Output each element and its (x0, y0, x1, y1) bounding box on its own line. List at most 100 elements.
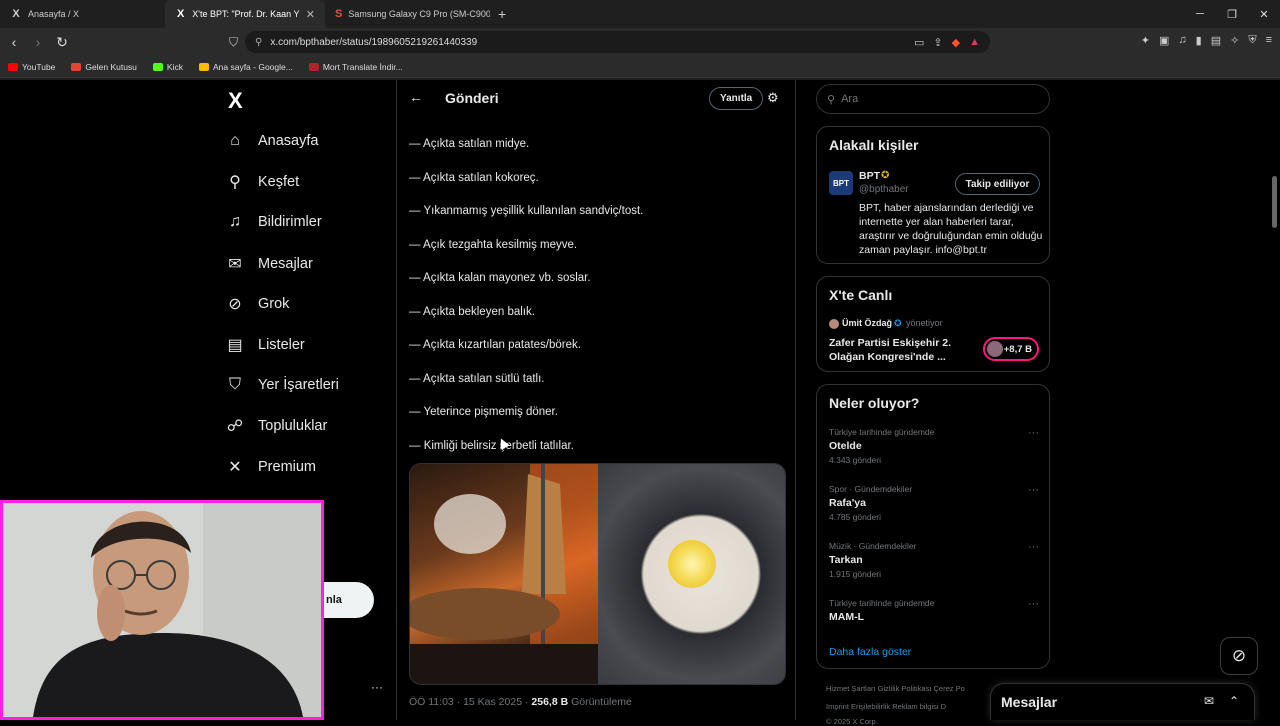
bookmark-kick[interactable]: Kick (152, 62, 183, 72)
reply-button[interactable]: Yanıtla (709, 87, 764, 110)
sliders-icon[interactable]: ⚙ (767, 90, 779, 106)
show-more-link[interactable]: Daha fazla göster (829, 646, 911, 658)
more-options-icon[interactable]: ··· (1028, 427, 1039, 439)
sidebar-icon[interactable]: ▮ (1196, 34, 1202, 47)
footer-line[interactable]: Hizmet Şartları Gizlilik Politikası Çere… (826, 684, 965, 693)
search-input[interactable]: ⚲ Ara (816, 84, 1050, 114)
trend-item[interactable]: Spor · Gündemdekiler Rafa'ya 4.785 gönde… (829, 484, 1039, 522)
brave-shield-icon[interactable]: ◆ (952, 36, 960, 49)
nav-item-bookmarks[interactable]: ⛉ Yer İşaretleri (226, 376, 339, 394)
bookmark-youtube[interactable]: YouTube (8, 62, 55, 72)
post-line: — Açık tezgahta kesilmiş meyve. (409, 239, 578, 251)
verified-badge-icon: ✪ (894, 318, 902, 328)
post-media[interactable] (409, 463, 786, 685)
forward-icon[interactable]: › (28, 34, 48, 50)
post-line: — Açıkta satılan kokoreç. (409, 172, 539, 184)
post-line: — Yıkanmamış yeşillik kullanılan sandviç… (409, 205, 644, 217)
more-options-icon[interactable]: ··· (1028, 598, 1039, 610)
nav-item-explore[interactable]: ⚲ Keşfet (226, 172, 299, 192)
wallet-icon[interactable]: ▤ (1211, 34, 1221, 47)
live-host[interactable]: Ümit Özdağ (842, 318, 892, 328)
list-icon: ▤ (227, 337, 243, 354)
grok-floating-button[interactable]: ⊘ (1220, 637, 1258, 675)
tab-post[interactable]: X X'te BPT: "Prof. Dr. Kaan Yılancıo ✕ (165, 0, 325, 28)
post-timestamp[interactable]: ÖÖ 11:03 · 15 Kas 2025 · (409, 696, 531, 708)
cast-icon[interactable]: ▭ (914, 36, 924, 49)
related-people-panel: Alakalı kişiler BPT BPT ✪ @bpthaber Taki… (816, 126, 1050, 264)
screenshot-icon[interactable]: ▣ (1159, 34, 1169, 47)
site-info-icon[interactable]: ⚲ (255, 37, 262, 48)
url-actions: ▭ ⇪ ◆ ▲ (914, 31, 980, 53)
leo-ai-icon[interactable]: ✧ (1230, 34, 1239, 47)
grok-icon: ⊘ (1231, 646, 1247, 665)
nav-item-lists[interactable]: ▤ Listeler (226, 335, 304, 355)
brave-rewards-icon[interactable]: ▲ (969, 36, 980, 48)
account-menu-icon[interactable]: ··· (371, 680, 383, 694)
search-icon: ⚲ (229, 174, 241, 191)
messages-drawer[interactable]: Mesajlar ✉ ⌃ (990, 683, 1255, 720)
new-tab-icon[interactable]: + (490, 6, 514, 22)
bookmark-google-drive[interactable]: Ana sayfa - Google... (198, 62, 293, 72)
menu-icon[interactable]: ≡ (1266, 34, 1272, 47)
mussels-image[interactable] (598, 464, 785, 684)
back-icon[interactable]: ‹ (4, 34, 24, 50)
bookmark-icon[interactable]: ⛉ (229, 35, 238, 50)
browser-chrome: X Anasayfa / X X X'te BPT: "Prof. Dr. Ka… (0, 0, 1280, 80)
mort-icon (308, 62, 319, 71)
extensions-icon[interactable]: ✦ (1141, 34, 1150, 47)
gmail-icon (71, 62, 82, 71)
vpn-icon[interactable]: ⛨ (1248, 34, 1256, 47)
navigation-bar: ‹ › ↻ ⛉ ⚲ x.com/bpthaber/status/19896052… (0, 28, 1280, 56)
restore-icon[interactable]: ❐ (1216, 8, 1248, 21)
more-options-icon[interactable]: ··· (1028, 484, 1039, 496)
bookmark-gmail[interactable]: Gelen Kutusu (71, 62, 137, 72)
doner-image[interactable] (410, 464, 598, 684)
trend-item[interactable]: Müzik · Gündemdekiler Tarkan 1.915 gönde… (829, 541, 1039, 579)
webcam-overlay (0, 500, 324, 720)
minimize-icon[interactable]: ─ (1184, 8, 1216, 20)
tab-home[interactable]: X Anasayfa / X (0, 0, 165, 28)
x-logo-icon[interactable]: X (228, 88, 243, 114)
nav-item-communities[interactable]: ☍ Topluluklar (226, 416, 327, 436)
streamer-face-image (3, 503, 321, 717)
live-text[interactable]: Zafer Partisi Eskişehir 2. Olağan Kongre… (829, 336, 954, 364)
nav-item-grok[interactable]: ⊘ Grok (226, 294, 289, 314)
live-title: X'te Canlı (829, 287, 893, 303)
address-bar[interactable]: ⛉ ⚲ x.com/bpthaber/status/19896052192614… (229, 31, 990, 53)
footer-line[interactable]: Imprint Erişilebilirlik Reklam bilgisi D (826, 702, 965, 711)
post-line: — Açıkta kalan mayonez vb. soslar. (409, 272, 591, 284)
close-tab-icon[interactable]: ✕ (306, 8, 315, 21)
reload-icon[interactable]: ↻ (52, 34, 72, 51)
bookmarks-bar: YouTube Gelen Kutusu Kick Ana sayfa - Go… (0, 56, 1280, 78)
nav-item-premium[interactable]: ✕ Premium (226, 457, 316, 477)
window-controls: ─ ❐ ✕ (1184, 0, 1280, 28)
page-scrollbar[interactable] (1272, 176, 1277, 228)
trends-title: Neler oluyor? (829, 395, 920, 411)
trend-item[interactable]: Türkiye tarihinde gündemde MAM-L ··· (829, 598, 1039, 623)
live-role: yönetiyor (906, 318, 943, 328)
related-name[interactable]: BPT (859, 170, 880, 182)
nav-item-home[interactable]: ⌂ Anasayfa (226, 132, 318, 150)
music-icon[interactable]: ♫ (1178, 34, 1186, 47)
avatar[interactable]: BPT (829, 171, 853, 195)
trends-panel: Neler oluyor? Türkiye tarihinde gündemde… (816, 384, 1050, 669)
expand-icon[interactable]: ⌃ (1229, 694, 1239, 708)
back-arrow-icon[interactable]: ← (409, 89, 423, 105)
new-message-icon[interactable]: ✉ (1204, 694, 1214, 708)
share-icon[interactable]: ⇪ (933, 36, 942, 49)
bookmark-mort[interactable]: Mort Translate İndir... (308, 62, 403, 72)
x-page: X ⌂ Anasayfa ⚲ Keşfet ♫ Bildirimler ✉ Mesajl… (0, 80, 1280, 726)
related-title: Alakalı kişiler (829, 137, 919, 153)
nav-item-notifications[interactable]: ♫ Bildirimler (226, 213, 322, 231)
more-options-icon[interactable]: ··· (1028, 541, 1039, 553)
trend-item[interactable]: Türkiye tarihinde gündemde Otelde 4.343 … (829, 427, 1039, 465)
nav-item-messages[interactable]: ✉ Mesajlar (226, 254, 313, 274)
post-button[interactable]: nla (322, 582, 374, 618)
close-window-icon[interactable]: ✕ (1248, 8, 1280, 21)
tab-samsung[interactable]: S Samsung Galaxy C9 Pro (SM-C9000) (325, 0, 490, 28)
lemon-shape (668, 540, 716, 588)
post-line: — Kimliği belirsiz şerbetli tatlılar. (409, 440, 574, 452)
x-favicon-icon: X (12, 8, 20, 20)
live-listeners-badge[interactable]: +8,7 B (983, 337, 1039, 361)
following-button[interactable]: Takip ediliyor (955, 173, 1040, 195)
